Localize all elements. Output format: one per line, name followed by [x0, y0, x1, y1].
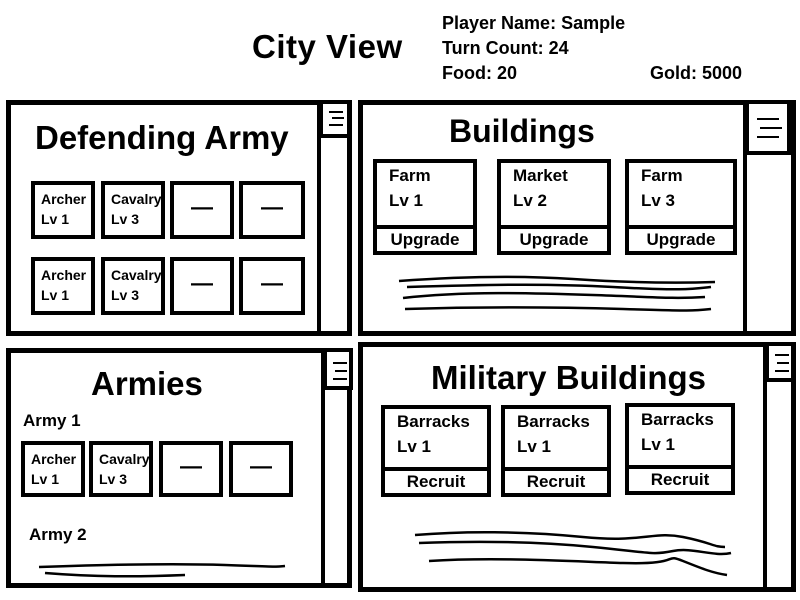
empty-slot-dash: — — [250, 453, 272, 479]
building-level: Lv 1 — [397, 437, 432, 456]
empty-slot-dash: — — [191, 194, 213, 220]
building-card: Farm Lv 3 Upgrade — [625, 159, 737, 255]
unit-slot[interactable]: Cavalry Lv 3 — [101, 181, 165, 239]
unit-level: Lv 3 — [111, 287, 140, 303]
empty-slot-dash: — — [261, 194, 283, 220]
player-name-label: Player Name: Sample — [442, 13, 626, 33]
recruit-button[interactable]: Recruit — [625, 465, 735, 495]
unit-level: Lv 1 — [41, 287, 70, 303]
building-level: Lv 2 — [513, 191, 548, 210]
empty-slot-dash: — — [191, 270, 213, 296]
unit-level: Lv 1 — [41, 211, 70, 227]
empty-unit-slot[interactable]: — — [170, 257, 234, 315]
defending-army-scrollbar[interactable] — [317, 100, 353, 336]
building-card: Farm Lv 1 Upgrade — [373, 159, 477, 255]
buildings-title: Buildings — [449, 113, 595, 149]
army-group-label: Army 2 — [29, 525, 87, 544]
military-building-card: Barracks Lv 1 Recruit — [501, 405, 611, 497]
buildings-panel: Buildings Farm Lv 1 Upgrade Market Lv 2 … — [358, 100, 796, 336]
turn-count-label: Turn Count: 24 — [442, 38, 569, 58]
page-title: City View — [252, 28, 403, 65]
unit-name: Archer — [41, 267, 87, 283]
buildings-scrollbar[interactable] — [743, 100, 791, 336]
unit-slot[interactable]: Cavalry Lv 3 — [89, 441, 153, 497]
unit-level: Lv 3 — [99, 471, 128, 487]
building-level: Lv 1 — [389, 191, 424, 210]
upgrade-button[interactable]: Upgrade — [497, 225, 611, 255]
empty-slot-dash: — — [180, 453, 202, 479]
building-name: Market — [513, 166, 568, 185]
military-building-card: Barracks Lv 1 Recruit — [625, 403, 735, 495]
upgrade-button[interactable]: Upgrade — [373, 225, 477, 255]
upgrade-button[interactable]: Upgrade — [625, 225, 737, 255]
food-label: Food: 20 — [442, 63, 517, 83]
menu-lines-icon[interactable] — [319, 100, 351, 138]
scribble-placeholder — [414, 530, 732, 577]
menu-lines-icon[interactable] — [745, 100, 791, 155]
unit-name: Archer — [41, 191, 87, 207]
building-level: Lv 1 — [641, 435, 676, 454]
unit-slot[interactable]: Cavalry Lv 3 — [101, 257, 165, 315]
unit-slot[interactable]: Archer Lv 1 — [31, 257, 95, 315]
empty-slot-dash: — — [261, 270, 283, 296]
unit-name: Archer — [31, 451, 77, 467]
empty-unit-slot[interactable]: — — [239, 257, 305, 315]
building-name: Farm — [641, 166, 683, 185]
building-card: Market Lv 2 Upgrade — [497, 159, 611, 255]
unit-slot[interactable]: Archer Lv 1 — [31, 181, 95, 239]
menu-lines-icon[interactable] — [323, 348, 353, 390]
building-level: Lv 3 — [641, 191, 676, 210]
building-name: Barracks — [641, 410, 714, 429]
scribble-placeholder — [398, 275, 716, 312]
defending-army-title: Defending Army — [35, 119, 289, 156]
scribble-placeholder — [38, 562, 286, 578]
building-name: Barracks — [517, 412, 590, 431]
recruit-button[interactable]: Recruit — [381, 467, 491, 497]
unit-level: Lv 1 — [31, 471, 60, 487]
army-group-label: Army 1 — [23, 411, 81, 430]
military-buildings-scrollbar[interactable] — [763, 342, 795, 592]
armies-scrollbar[interactable] — [321, 348, 353, 588]
unit-name: Cavalry — [99, 451, 150, 467]
building-level: Lv 1 — [517, 437, 552, 456]
empty-unit-slot[interactable]: — — [170, 181, 234, 239]
building-name: Farm — [389, 166, 431, 185]
armies-title: Armies — [91, 365, 203, 402]
menu-lines-icon[interactable] — [765, 342, 795, 382]
military-buildings-panel: Military Buildings Barracks Lv 1 Recruit… — [358, 342, 796, 592]
unit-name: Cavalry — [111, 191, 162, 207]
empty-unit-slot[interactable]: — — [239, 181, 305, 239]
empty-unit-slot[interactable]: — — [159, 441, 223, 497]
unit-slot[interactable]: Archer Lv 1 — [21, 441, 85, 497]
armies-panel: Armies Army 1 Archer Lv 1 Cavalry Lv 3 —… — [6, 348, 353, 588]
military-building-card: Barracks Lv 1 Recruit — [381, 405, 491, 497]
unit-name: Cavalry — [111, 267, 162, 283]
defending-army-panel: Defending Army Archer Lv 1 Cavalry Lv 3 … — [6, 100, 352, 336]
gold-label: Gold: 5000 — [650, 63, 743, 83]
unit-level: Lv 3 — [111, 211, 140, 227]
empty-unit-slot[interactable]: — — [229, 441, 293, 497]
building-name: Barracks — [397, 412, 470, 431]
recruit-button[interactable]: Recruit — [501, 467, 611, 497]
military-buildings-title: Military Buildings — [431, 359, 707, 396]
